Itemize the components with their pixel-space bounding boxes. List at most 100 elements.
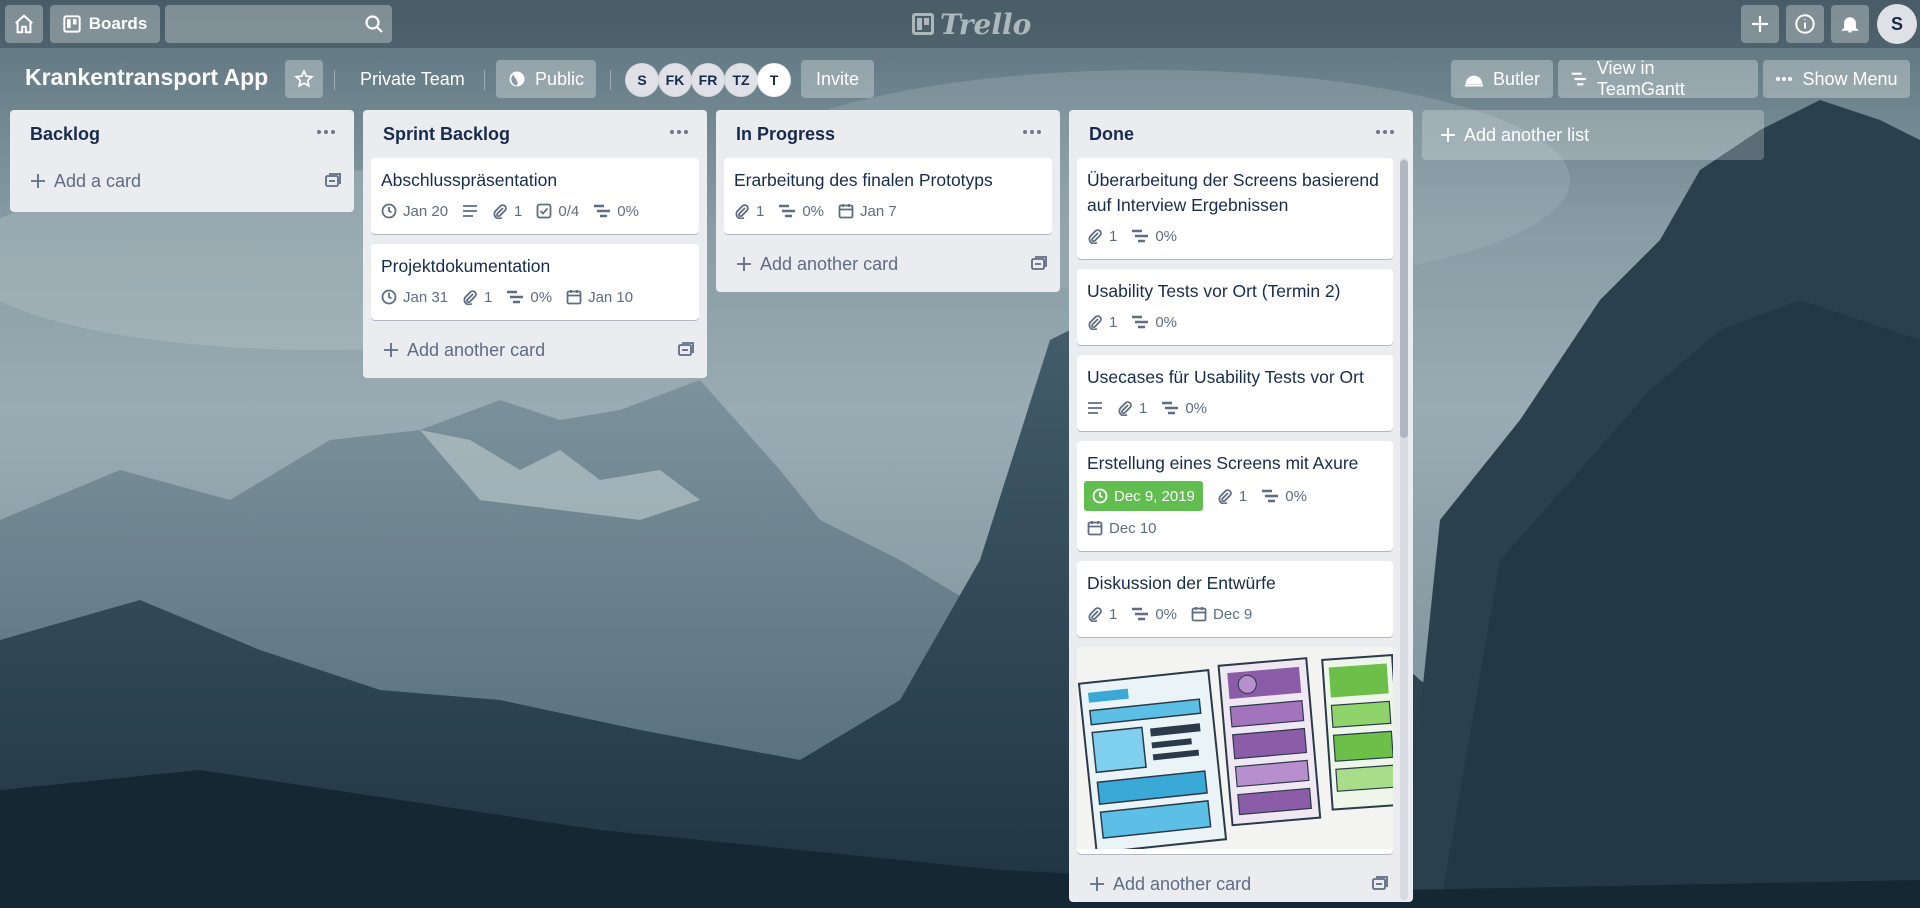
list-title[interactable]: Backlog — [30, 124, 100, 145]
clock-icon — [381, 203, 397, 219]
butler-button[interactable]: Butler — [1451, 60, 1553, 98]
visibility-label: Public — [535, 68, 585, 89]
card[interactable]: Projektdokumentation Jan 31 1 0% Jan 10 — [371, 244, 699, 320]
checklist-badge: 0/4 — [536, 198, 579, 224]
card[interactable]: Usability Tests vor Ort (Termin 2) 1 0% — [1077, 269, 1393, 345]
list-title[interactable]: Done — [1089, 124, 1134, 145]
attachment-badge: 1 — [1087, 601, 1117, 627]
teamgantt-button[interactable]: View in TeamGantt — [1558, 58, 1758, 99]
gantt-icon — [1571, 72, 1587, 86]
star-board-button[interactable] — [285, 60, 323, 98]
ellipsis-icon — [1776, 77, 1793, 81]
add-card-label: Add another card — [760, 253, 899, 274]
member-avatar[interactable]: TZ — [724, 63, 758, 97]
gantt-icon — [507, 290, 524, 304]
attachment-badge: 1 — [734, 198, 764, 224]
calendar-icon — [1087, 521, 1103, 536]
member-avatar[interactable]: T — [757, 63, 791, 97]
member-avatar[interactable]: FR — [691, 63, 725, 97]
description-badge — [462, 198, 478, 224]
add-card-button[interactable]: Add a card — [18, 158, 346, 204]
add-list-button[interactable]: Add another list — [1422, 110, 1764, 160]
progress-badge: 0% — [1261, 483, 1307, 509]
card-title: Usability Tests vor Ort (Termin 2) — [1087, 281, 1341, 301]
paperclip-icon — [1088, 315, 1102, 330]
plus-icon — [31, 174, 45, 188]
progress-badge: 0% — [1161, 395, 1207, 421]
template-icon[interactable] — [677, 341, 695, 359]
divider — [484, 70, 485, 90]
invite-button[interactable]: Invite — [801, 60, 874, 98]
globe-icon — [509, 71, 525, 87]
card[interactable]: Erarbeitung des finalen Prototyps 1 0% J… — [724, 158, 1052, 234]
user-avatar[interactable]: S — [1877, 4, 1917, 44]
info-button[interactable] — [1786, 5, 1824, 43]
start-date-badge: Jan 7 — [838, 198, 897, 224]
list-title[interactable]: In Progress — [736, 124, 835, 145]
home-button[interactable] — [5, 5, 43, 43]
card-with-cover-image[interactable] — [1077, 647, 1393, 854]
list-menu-button[interactable] — [312, 122, 340, 142]
divider — [610, 70, 611, 90]
template-icon[interactable] — [324, 172, 342, 190]
card[interactable]: Diskussion der Entwürfe 1 0% Dec 9 — [1077, 561, 1393, 637]
list-scrollbar-thumb[interactable] — [1400, 160, 1408, 438]
due-date-complete-badge[interactable]: Dec 9, 2019 — [1084, 481, 1203, 511]
member-avatar[interactable]: S — [625, 63, 659, 97]
gantt-icon — [594, 204, 611, 218]
card[interactable]: Erstellung eines Screens mit Axure Dec 9… — [1077, 441, 1393, 551]
attachment-badge: 1 — [492, 198, 522, 224]
list-sprint-backlog: Sprint Backlog Abschlusspräsentation Jan… — [363, 110, 707, 378]
template-icon[interactable] — [1030, 255, 1048, 273]
show-menu-label: Show Menu — [1802, 68, 1898, 89]
gantt-icon — [1162, 401, 1179, 415]
notifications-button[interactable] — [1831, 5, 1869, 43]
calendar-icon — [1191, 607, 1207, 622]
description-icon — [463, 205, 478, 217]
show-menu-button[interactable]: Show Menu — [1763, 60, 1910, 98]
plus-icon — [1441, 128, 1455, 142]
due-date-badge: Jan 31 — [381, 284, 448, 310]
paperclip-icon — [1088, 229, 1102, 244]
member-avatar[interactable]: FK — [658, 63, 692, 97]
add-card-button[interactable]: Add another card — [724, 244, 1052, 284]
template-icon[interactable] — [1371, 875, 1389, 893]
card-title: Erarbeitung des finalen Prototyps — [734, 170, 993, 190]
create-button[interactable] — [1741, 5, 1779, 43]
description-badge — [1087, 395, 1103, 421]
list-menu-button[interactable] — [1371, 122, 1399, 142]
calendar-icon — [566, 290, 582, 305]
list-menu-button[interactable] — [1018, 122, 1046, 142]
start-date-badge: Jan 10 — [566, 284, 633, 310]
attachment-badge: 1 — [1087, 223, 1117, 249]
add-card-button[interactable]: Add another card — [1077, 864, 1393, 904]
progress-badge: 0% — [1131, 309, 1177, 335]
trello-logo[interactable]: Trello — [912, 7, 1032, 41]
boards-button[interactable]: Boards — [50, 5, 160, 43]
list-title[interactable]: Sprint Backlog — [383, 124, 510, 145]
search-bar[interactable] — [165, 5, 392, 43]
card[interactable]: Abschlusspräsentation Jan 20 1 0/4 0% — [371, 158, 699, 234]
list-in-progress: In Progress Erarbeitung des finalen Prot… — [716, 110, 1060, 292]
board-header: Krankentransport App Private Team Public… — [0, 58, 1920, 100]
trello-logo-icon — [912, 13, 934, 35]
add-card-label: Add another card — [1113, 873, 1252, 894]
add-card-button[interactable]: Add another card — [371, 330, 699, 370]
trello-logo-text: Trello — [940, 7, 1032, 41]
progress-badge: 0% — [1131, 223, 1177, 249]
home-icon — [15, 14, 33, 34]
add-list-label: Add another list — [1464, 124, 1590, 145]
gantt-icon — [1132, 315, 1149, 329]
board-title[interactable]: Krankentransport App — [25, 64, 268, 91]
team-button[interactable]: Private Team — [348, 60, 477, 98]
list-header: Backlog — [18, 110, 346, 158]
card[interactable]: Überarbeitung der Screens basierend auf … — [1077, 158, 1393, 259]
search-input[interactable] — [165, 5, 392, 43]
due-date-badge: Jan 20 — [381, 198, 448, 224]
card[interactable]: Usecases für Usability Tests vor Ort 1 0… — [1077, 355, 1393, 431]
visibility-button[interactable]: Public — [496, 60, 597, 98]
progress-badge: 0% — [778, 198, 824, 224]
list-menu-button[interactable] — [665, 122, 693, 142]
top-header: Boards Trello S — [0, 0, 1920, 48]
add-card-label: Add a card — [54, 170, 142, 191]
